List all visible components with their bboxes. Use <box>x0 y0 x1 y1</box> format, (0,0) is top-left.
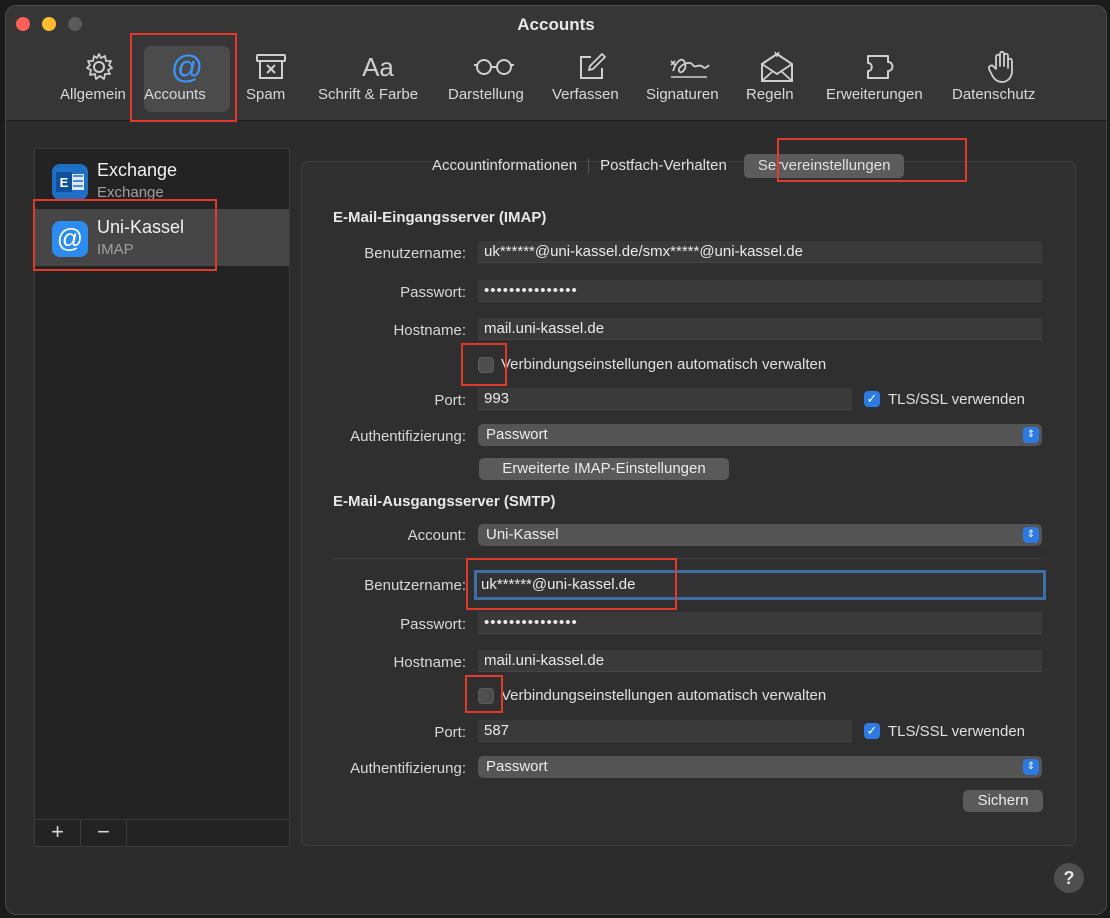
imap-password-field[interactable]: ••••••••••••••• <box>478 280 1042 302</box>
smtp-hostname-label: Hostname: <box>393 654 466 671</box>
window-title: Accounts <box>517 15 595 34</box>
smtp-hostname-field[interactable]: mail.uni-kassel.de <box>478 650 1042 672</box>
tab-signatures[interactable]: Signaturen <box>646 50 732 110</box>
smtp-password-label: Passwort: <box>400 616 466 633</box>
chevron-updown-icon: ⇕ <box>1023 427 1039 443</box>
exchange-icon: E <box>52 164 88 200</box>
hand-icon <box>952 50 1052 84</box>
glasses-icon <box>448 50 540 84</box>
tab-privacy[interactable]: Datenschutz <box>952 50 1052 110</box>
smtp-auth-select[interactable]: Passwort ⇕ <box>478 756 1042 778</box>
tab-mailbox-behavior[interactable]: Postfach-Verhalten <box>589 154 738 178</box>
divider <box>333 558 1042 559</box>
smtp-password-field[interactable]: ••••••••••••••• <box>478 612 1042 634</box>
chevron-updown-icon: ⇕ <box>1023 759 1039 775</box>
tab-compose[interactable]: Verfassen <box>552 50 632 110</box>
smtp-tls-checkbox[interactable]: ✓ <box>864 723 880 739</box>
save-button[interactable]: Sichern <box>963 790 1043 812</box>
imap-hostname-field[interactable]: mail.uni-kassel.de <box>478 318 1042 340</box>
imap-auth-value: Passwort <box>486 426 548 443</box>
tab-account-info[interactable]: Accountinformationen <box>421 154 588 178</box>
advanced-imap-settings-button[interactable]: Erweiterte IMAP-Einstellungen <box>479 458 729 480</box>
imap-auto-manage-label: Verbindungseinstellungen automatisch ver… <box>501 356 827 373</box>
imap-heading: E-Mail-Eingangsserver (IMAP) <box>333 209 547 226</box>
smtp-port-field[interactable]: 587 <box>478 720 852 742</box>
smtp-heading: E-Mail-Ausgangsserver (SMTP) <box>333 493 556 510</box>
imap-password-label: Passwort: <box>400 284 466 301</box>
highlight-smtp-auto-checkbox <box>465 675 503 713</box>
imap-port-field[interactable]: 993 <box>478 388 852 410</box>
tab-general[interactable]: Allgemein <box>60 50 138 110</box>
smtp-auth-label: Authentifizierung: <box>350 760 466 777</box>
imap-port-label: Port: <box>434 392 466 409</box>
compose-icon <box>552 50 632 84</box>
tab-spam[interactable]: Spam <box>246 50 296 110</box>
highlight-server-settings-tab <box>777 138 967 182</box>
add-account-button[interactable]: + <box>35 820 81 846</box>
smtp-username-label: Benutzername: <box>364 577 466 594</box>
highlight-smtp-username <box>466 558 677 610</box>
imap-tls-checkbox[interactable]: ✓ <box>864 391 880 407</box>
font-icon: Aa <box>362 51 394 82</box>
account-list-controls: + − <box>35 819 289 846</box>
smtp-tls-label: TLS/SSL verwenden <box>888 723 1026 740</box>
imap-username-field[interactable]: uk******@uni-kassel.de/smx*****@uni-kass… <box>478 241 1042 263</box>
tab-extensions[interactable]: Erweiterungen <box>826 50 938 110</box>
rules-icon <box>746 50 808 84</box>
smtp-account-select[interactable]: Uni-Kassel ⇕ <box>478 524 1042 546</box>
imap-hostname-label: Hostname: <box>393 322 466 339</box>
svg-text:E: E <box>60 175 69 190</box>
imap-auth-label: Authentifizierung: <box>350 428 466 445</box>
signature-icon <box>646 50 732 84</box>
highlight-uni-kassel-account <box>33 199 217 271</box>
tab-rules[interactable]: Regeln <box>746 50 808 110</box>
smtp-auth-value: Passwort <box>486 758 548 775</box>
gear-icon <box>60 50 138 84</box>
highlight-accounts-tab <box>130 33 237 122</box>
imap-tls-label: TLS/SSL verwenden <box>888 391 1026 408</box>
imap-auth-select[interactable]: Passwort ⇕ <box>478 424 1042 446</box>
imap-username-label: Benutzername: <box>364 245 466 262</box>
chevron-updown-icon: ⇕ <box>1023 527 1039 543</box>
tab-font-color[interactable]: Aa Schrift & Farbe <box>318 50 438 110</box>
smtp-auto-manage-label: Verbindungseinstellungen automatisch ver… <box>501 687 827 704</box>
junk-icon <box>246 50 296 84</box>
smtp-port-label: Port: <box>434 724 466 741</box>
smtp-account-value: Uni-Kassel <box>486 526 559 543</box>
smtp-account-label: Account: <box>407 527 466 544</box>
highlight-imap-auto-checkbox <box>461 343 507 386</box>
puzzle-icon <box>826 50 938 84</box>
help-button[interactable]: ? <box>1054 863 1084 893</box>
remove-account-button[interactable]: − <box>81 820 127 846</box>
tab-view[interactable]: Darstellung <box>448 50 540 110</box>
